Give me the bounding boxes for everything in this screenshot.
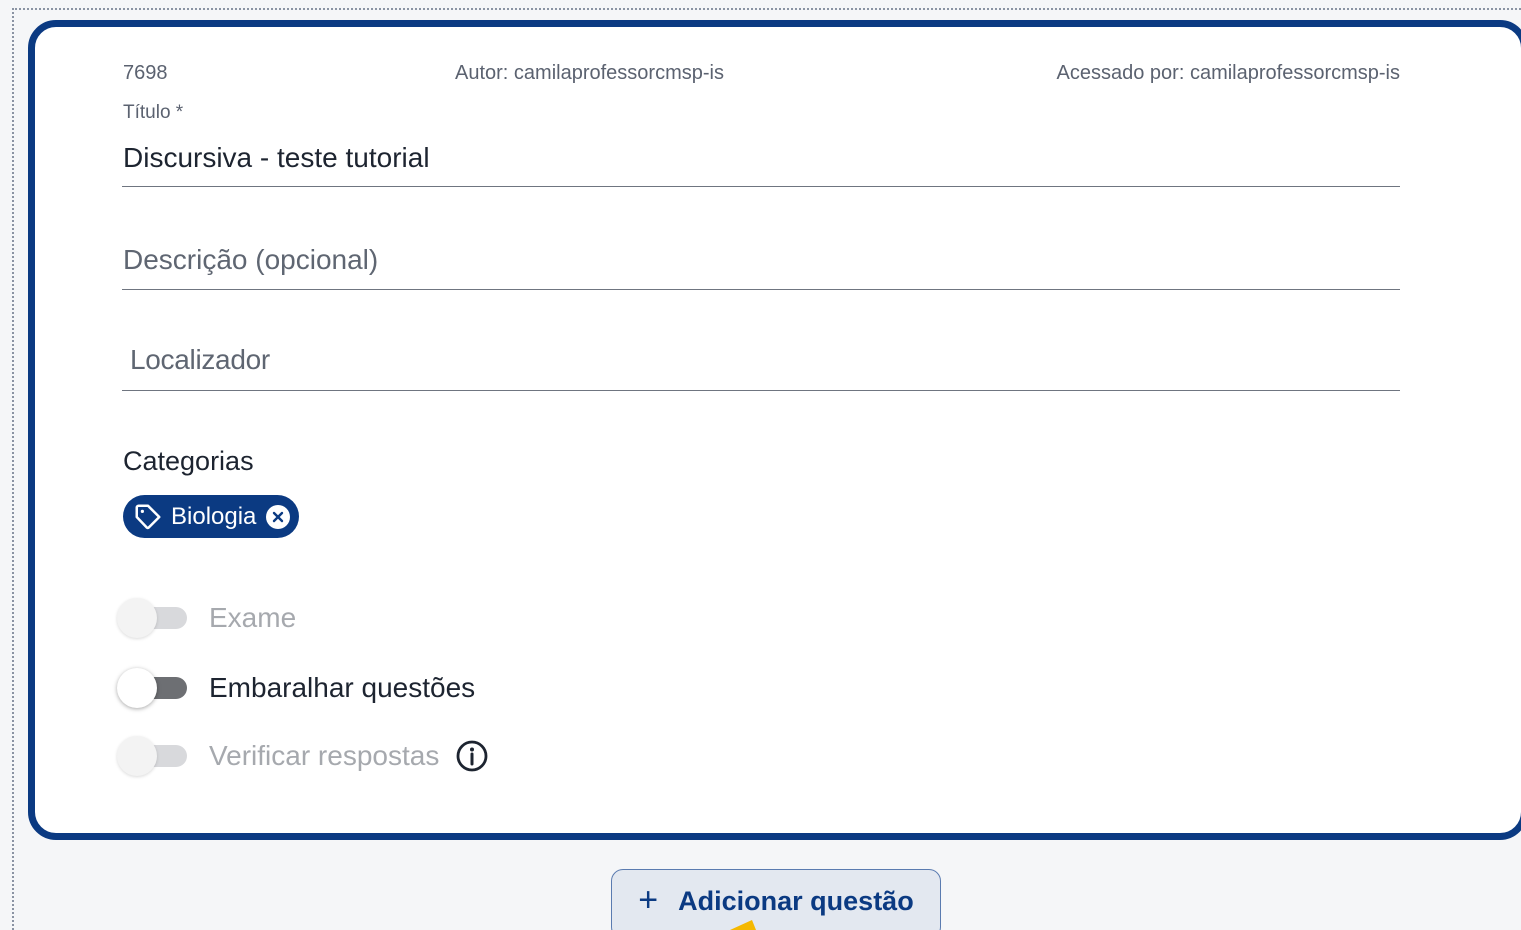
plus-icon: + bbox=[638, 881, 659, 919]
check-answers-toggle[interactable] bbox=[117, 736, 189, 776]
chip-label: Biologia bbox=[171, 502, 257, 530]
title-input[interactable]: Discursiva - teste tutorial bbox=[123, 142, 430, 174]
add-question-button[interactable]: + Adicionar questão bbox=[611, 869, 941, 930]
quiz-id: 7698 bbox=[123, 62, 168, 84]
exam-toggle[interactable] bbox=[117, 598, 189, 638]
info-icon[interactable] bbox=[455, 739, 489, 773]
accessed-by-label: Acessado por: camilaprofessorcmsp-is bbox=[1056, 62, 1400, 84]
check-answers-toggle-label: Verificar respostas bbox=[209, 740, 440, 771]
exam-toggle-label: Exame bbox=[209, 602, 297, 633]
add-question-label: Adicionar questão bbox=[678, 886, 914, 916]
remove-chip-icon[interactable] bbox=[266, 504, 291, 529]
pointer-icon bbox=[730, 920, 756, 930]
description-field[interactable]: Descrição (opcional) bbox=[122, 240, 1400, 290]
category-chip-biologia[interactable]: Biologia bbox=[123, 495, 299, 538]
description-input[interactable]: Descrição (opcional) bbox=[123, 244, 378, 276]
author-label: Autor: camilaprofessorcmsp-is bbox=[455, 62, 724, 84]
exam-toggle-row: Exame bbox=[117, 598, 296, 638]
locator-field[interactable]: Localizador bbox=[122, 340, 1400, 391]
title-field-label: Título * bbox=[123, 102, 184, 123]
title-field[interactable]: Título * Discursiva - teste tutorial bbox=[122, 100, 1400, 187]
locator-input[interactable]: Localizador bbox=[130, 344, 270, 376]
shuffle-toggle-label: Embaralhar questões bbox=[209, 672, 476, 703]
categories-heading: Categorias bbox=[123, 446, 254, 476]
tag-icon bbox=[133, 502, 163, 532]
check-answers-toggle-row: Verificar respostas bbox=[117, 736, 489, 776]
shuffle-toggle-row: Embaralhar questões bbox=[117, 668, 475, 708]
shuffle-questions-toggle[interactable] bbox=[117, 668, 189, 708]
